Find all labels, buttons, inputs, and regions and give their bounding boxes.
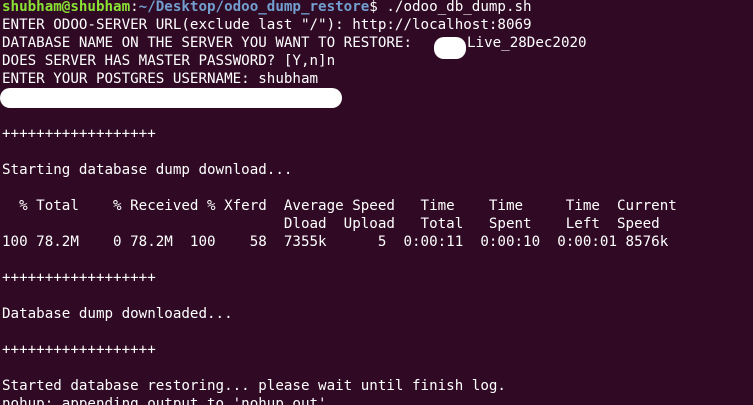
divider-line: ++++++++++++++++++ xyxy=(2,342,156,358)
redaction-mark xyxy=(0,88,342,108)
prompt-line: shubham@shubham:~/Desktop/odoo_dump_rest… xyxy=(2,0,532,16)
divider-line: ++++++++++++++++++ xyxy=(2,270,156,286)
start-download-line: Starting database dump download... xyxy=(2,162,293,178)
divider-line: ++++++++++++++++++ xyxy=(2,126,156,142)
prompt-user-host: shubham@shubham xyxy=(2,0,131,15)
prompt-symbol: $ xyxy=(369,0,387,15)
curl-progress-line: 100 78.2M 0 78.2M 100 58 7355k 5 0:00:11… xyxy=(2,234,669,250)
pg-username-line: ENTER YOUR POSTGRES USERNAME: shubham xyxy=(2,71,319,87)
db-name-line: DATABASE NAME ON THE SERVER YOU WANT TO … xyxy=(2,34,412,52)
prompt-separator: : xyxy=(130,0,139,15)
prompt-path: ~/Desktop/odoo_dump_restore xyxy=(138,0,370,15)
nohup-line: nohup: appending output to 'nohup.out' xyxy=(2,396,327,405)
redaction-mark xyxy=(434,37,466,59)
prompt-command: ./odoo_db_dump.sh xyxy=(386,0,532,15)
restoring-line: Started database restoring... please wai… xyxy=(2,378,506,394)
downloaded-line: Database dump downloaded... xyxy=(2,306,233,322)
db-name-suffix: Live_28Dec2020 xyxy=(467,35,587,51)
curl-header-line: Dload Upload Total Spent Left Speed xyxy=(2,216,660,232)
db-name-prefix: DATABASE NAME ON THE SERVER YOU WANT TO … xyxy=(2,35,412,51)
master-password-line: DOES SERVER HAS MASTER PASSWORD? [Y,n]n xyxy=(2,53,336,69)
server-url-line: ENTER ODOO-SERVER URL(exclude last "/"):… xyxy=(2,17,532,33)
terminal-window[interactable]: shubham@shubham:~/Desktop/odoo_dump_rest… xyxy=(0,0,753,405)
curl-header-line: % Total % Received % Xferd Average Speed… xyxy=(2,198,677,214)
